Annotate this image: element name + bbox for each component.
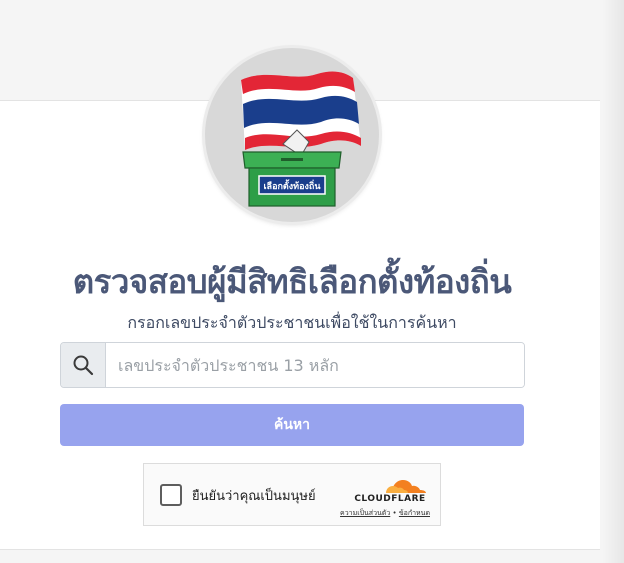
thai-flag-ballot-box-icon: เลือกตั้งท้องถิ่น	[241, 71, 361, 207]
cloudflare-logo-icon	[386, 480, 426, 493]
human-verify-checkbox[interactable]	[160, 484, 182, 506]
links-separator: •	[392, 509, 397, 517]
cloudflare-brand: CLOUDFLARE	[354, 494, 426, 504]
citizen-id-input[interactable]	[106, 343, 524, 387]
page-right-shadow	[602, 0, 624, 563]
election-logo: เลือกตั้งท้องถิ่น	[205, 48, 379, 222]
terms-link[interactable]: ข้อกำหนด	[399, 509, 430, 517]
search-icon	[61, 343, 106, 387]
human-verify-label: ยืนยันว่าคุณเป็นมนุษย์	[192, 489, 316, 504]
cloudflare-turnstile-widget: ยืนยันว่าคุณเป็นมนุษย์ CLOUDFLARE ความเป…	[143, 463, 441, 526]
search-button[interactable]: ค้นหา	[60, 404, 524, 446]
page-title: ตรวจสอบผู้มีสิทธิเลือกตั้งท้องถิ่น	[72, 262, 512, 301]
search-group	[60, 342, 525, 388]
ballot-box-icon: เลือกตั้งท้องถิ่น	[242, 151, 342, 207]
privacy-link[interactable]: ความเป็นส่วนตัว	[340, 509, 390, 517]
cloudflare-links: ความเป็นส่วนตัว • ข้อกำหนด	[330, 508, 430, 519]
page-subtitle: กรอกเลขประจำตัวประชาชนเพื่อใช้ในการค้นหา	[127, 313, 457, 332]
